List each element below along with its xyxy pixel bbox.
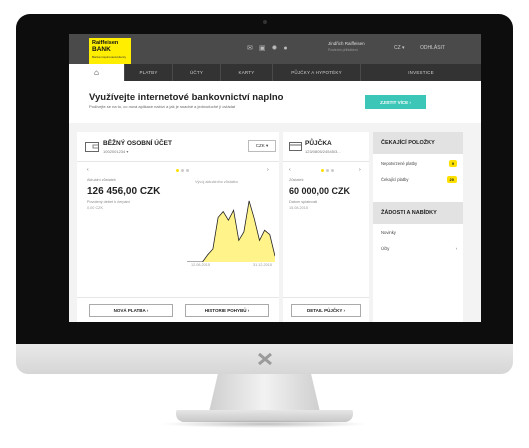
news-label: Novinky bbox=[381, 230, 396, 235]
chart-area bbox=[187, 200, 275, 262]
pending-label: Čekající platby bbox=[381, 177, 409, 182]
chart-date-to: 31.12.2015 bbox=[253, 263, 273, 267]
balance-label: Aktuální zůstatek bbox=[87, 178, 116, 182]
pending-payments[interactable]: Čekající platby 20 bbox=[381, 176, 457, 183]
nav-payments[interactable]: PLATBY bbox=[125, 64, 173, 81]
user-icon[interactable]: ● bbox=[283, 44, 287, 53]
nav-accounts[interactable]: ÚČTY bbox=[173, 64, 221, 81]
loan-card: PŮJČKA 123/0805/24545/3... ‹ › Zůstatek … bbox=[283, 132, 369, 322]
loan-date-label: Datum splatnosti bbox=[289, 200, 318, 204]
accounts-item[interactable]: Účty › bbox=[381, 246, 457, 251]
top-bar: Raiffeisen BANK Banka inspirovaná klient… bbox=[69, 34, 481, 64]
loan-title: PŮJČKA bbox=[305, 140, 332, 147]
history-button[interactable]: HISTORIE POHYBŮ › bbox=[185, 304, 269, 317]
carousel-dots[interactable] bbox=[176, 169, 189, 172]
logo-text-2: BANK bbox=[92, 46, 111, 53]
unconfirmed-count: 9 bbox=[448, 160, 457, 167]
nav-cards[interactable]: KARTY bbox=[221, 64, 273, 81]
loan-card-icon bbox=[289, 142, 302, 151]
accounts-arrow-icon: › bbox=[455, 246, 457, 251]
user-last-login: Poslední přihlášení bbox=[328, 48, 358, 52]
unconfirmed-payments[interactable]: Nepotvrzené platby 9 bbox=[381, 160, 457, 167]
learn-more-button[interactable]: ZJISTIT VÍCE › bbox=[365, 95, 426, 109]
banner-title: Využívejte internetové bankovnictví napl… bbox=[89, 92, 284, 103]
loan-balance: 60 000,00 CZK bbox=[289, 186, 351, 196]
user-info[interactable]: Jindřich Raiffeisen Poslední přihlášení bbox=[328, 41, 365, 52]
bank-logo[interactable]: Raiffeisen BANK Banka inspirovaná klient… bbox=[89, 38, 131, 64]
loan-detail-button[interactable]: DETAIL PŮJČKY › bbox=[291, 304, 361, 317]
requests-title: ŽÁDOSTI A NABÍDKY bbox=[373, 202, 463, 224]
nav-investments[interactable]: INVESTICE bbox=[361, 64, 481, 81]
unconfirmed-label: Nepotvrzené platby bbox=[381, 161, 418, 166]
waiting-items-title: ČEKAJÍCÍ POLOŽKY bbox=[373, 132, 463, 154]
loan-prev-icon[interactable]: ‹ bbox=[289, 167, 291, 173]
side-panel: ČEKAJÍCÍ POLOŽKY Nepotvrzené platby 9 Če… bbox=[373, 132, 463, 322]
available-amount: 0,00 CZK bbox=[87, 206, 104, 210]
mail-icon[interactable]: ✉ bbox=[247, 44, 253, 53]
x-logo-icon bbox=[257, 353, 272, 365]
loan-balance-label: Zůstatek bbox=[289, 178, 304, 182]
prev-icon[interactable]: ‹ bbox=[87, 167, 89, 173]
loan-number[interactable]: 123/0805/24545/3... bbox=[305, 149, 367, 154]
chart-date-from: 12.08.2015 bbox=[191, 263, 211, 267]
news-item[interactable]: Novinky bbox=[381, 230, 457, 235]
nav-home-icon[interactable]: ⌂ bbox=[69, 64, 125, 81]
chart-title: Vývoj aktuálního zůstatku bbox=[195, 180, 239, 184]
account-number[interactable]: 1002001234 ▾ bbox=[103, 149, 128, 154]
next-icon[interactable]: › bbox=[267, 167, 269, 173]
account-card: BĚŽNÝ OSOBNÍ ÚČET 1002001234 ▾ CZK ▾ ‹ ›… bbox=[77, 132, 279, 322]
promo-banner: Využívejte internetové bankovnictví napl… bbox=[69, 81, 481, 123]
logo-text-3: Banka inspirovaná klienty bbox=[92, 55, 127, 59]
settings-icon[interactable]: ✹ bbox=[272, 44, 278, 53]
screen: Raiffeisen BANK Banka inspirovaná klient… bbox=[69, 34, 481, 322]
camera bbox=[263, 20, 267, 24]
main-nav: ⌂ PLATBY ÚČTY KARTY PŮJČKY A HYPOTÉKY IN… bbox=[69, 64, 481, 81]
banner-subtitle: Podívejte se na to, co nová aplikace nab… bbox=[89, 104, 236, 109]
balance-chart bbox=[187, 200, 275, 262]
new-payment-button[interactable]: NOVÁ PLATBA › bbox=[89, 304, 173, 317]
document-icon[interactable]: ▣ bbox=[259, 44, 266, 53]
currency-select[interactable]: CZK ▾ bbox=[248, 140, 276, 152]
account-title: BĚŽNÝ OSOBNÍ ÚČET bbox=[103, 140, 172, 147]
monitor-stand bbox=[209, 374, 320, 412]
pending-count: 20 bbox=[446, 176, 457, 183]
available-label: Povolený debet k čerpání bbox=[87, 200, 130, 204]
wallet-icon bbox=[85, 142, 99, 152]
language-select[interactable]: CZ ▾ bbox=[394, 45, 405, 51]
loan-next-icon[interactable]: › bbox=[359, 167, 361, 173]
user-name: Jindřich Raiffeisen bbox=[328, 41, 365, 46]
loan-date: 15.08.2015 bbox=[289, 206, 309, 210]
loan-carousel-dots[interactable] bbox=[321, 169, 334, 172]
accounts-label: Účty bbox=[381, 246, 390, 251]
logout-link[interactable]: ODHLÁSIT bbox=[420, 45, 445, 51]
account-balance: 126 456,00 CZK bbox=[87, 186, 161, 197]
monitor-chin bbox=[16, 344, 513, 374]
nav-loans[interactable]: PŮJČKY A HYPOTÉKY bbox=[273, 64, 361, 81]
monitor-shadow bbox=[160, 420, 369, 428]
